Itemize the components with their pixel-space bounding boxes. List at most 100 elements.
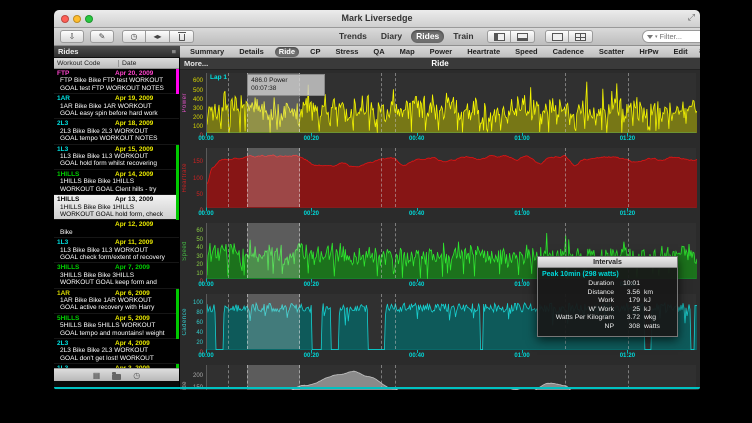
ride-row[interactable]: 1L3Apr 3, 20091L3 Bike Bike 1L3 WORKOUT xyxy=(54,364,179,368)
tabbar-menu-icon[interactable]: ≡ xyxy=(699,47,700,56)
tab-map[interactable]: Map xyxy=(396,47,419,57)
view-train[interactable]: Train xyxy=(448,30,478,43)
folder-icon[interactable] xyxy=(112,374,121,380)
interval-marker xyxy=(381,73,382,132)
tab-scatter[interactable]: Scatter xyxy=(595,47,628,57)
ride-row[interactable]: 2L3Apr 18, 20092L3 Bike Bike 2L3 WORKOUT… xyxy=(54,119,179,144)
ride-row[interactable]: 3HILLSApr 7, 20093HILLS Bike Bike 3HILLS… xyxy=(54,263,179,288)
y-tick: 50 xyxy=(196,192,203,198)
chart-header-band: More... Ride xyxy=(180,58,700,70)
view-diary[interactable]: Diary xyxy=(376,30,407,43)
metric-unit: wkg xyxy=(640,314,656,323)
metric-unit: kJ xyxy=(640,297,651,306)
interval-marker xyxy=(565,73,566,132)
y-tick: 30 xyxy=(196,254,203,260)
tab-details[interactable]: Details xyxy=(235,47,268,57)
ride-row-header: 1L3Apr 3, 2009 xyxy=(57,365,174,368)
single-view-button[interactable] xyxy=(545,30,569,43)
tab-power[interactable]: Power xyxy=(426,47,457,57)
interval-marker xyxy=(381,294,382,349)
split-button[interactable]: ◂▸ xyxy=(146,30,170,43)
ride-row-header: 1L3Apr 15, 2009 xyxy=(57,146,174,153)
filter-field[interactable]: ▾ xyxy=(642,30,700,43)
y-axis-ticks-power: 0100200300400500600 xyxy=(189,73,205,133)
trash-button[interactable] xyxy=(170,30,194,43)
ride-description: GOAL don't get lost! WORKOUT xyxy=(57,355,174,362)
ride-description: 1L3 Bike Bike 1L3 WORKOUT xyxy=(57,153,174,160)
selection-region[interactable] xyxy=(247,223,300,278)
sidebar-menu-icon[interactable]: ≡ xyxy=(172,46,176,58)
ride-description: 2L3 Bike Bike 2L3 WORKOUT xyxy=(57,347,174,354)
x-tick-label: 00:20 xyxy=(304,136,319,142)
y-tick: 40 xyxy=(196,330,203,336)
tab-ride[interactable]: Ride xyxy=(275,47,299,57)
tab-summary[interactable]: Summary xyxy=(186,47,228,57)
ride-row[interactable]: FTPApr 20, 2009FTP Bike Bike FTP test WO… xyxy=(54,69,179,94)
column-workout-code[interactable]: Workout Code xyxy=(57,60,100,67)
filter-dropdown-icon[interactable]: ▾ xyxy=(655,34,658,40)
intervals-popup-title[interactable]: Intervals xyxy=(538,257,677,268)
metric-label: Work xyxy=(542,297,614,306)
filter-input[interactable] xyxy=(660,32,700,41)
interval-metric-rows: Duration10:01Distance3.56kmWork179kJW' W… xyxy=(542,280,673,332)
workout-code: 2L3 xyxy=(57,120,115,127)
ride-row[interactable]: 1HILLSApr 13, 20091HILLS Bike Bike 1HILL… xyxy=(54,195,179,220)
ride-description: 1AR Bike Bike 1AR WORKOUT xyxy=(57,103,174,110)
list-column-header[interactable]: Workout Code Date xyxy=(54,58,179,69)
sidebar-title: Rides xyxy=(58,47,78,56)
ride-row[interactable]: 1L3Apr 15, 20091L3 Bike Bike 1L3 WORKOUT… xyxy=(54,145,179,170)
tab-stress[interactable]: Stress xyxy=(331,47,362,57)
ride-row[interactable]: 1HILLSApr 14, 20091HILLS Bike Bike 1HILL… xyxy=(54,170,179,195)
y-tick: 100 xyxy=(193,124,203,130)
selection-region[interactable] xyxy=(247,294,300,349)
intervals-popup[interactable]: Intervals Peak 10min (298 watts) Duratio… xyxy=(537,256,678,337)
ride-row-header: 2L3Apr 4, 2009 xyxy=(57,340,174,347)
tab-edit[interactable]: Edit xyxy=(670,47,692,57)
ride-row[interactable]: Apr 12, 2009Bike xyxy=(54,220,179,238)
y-tick: 500 xyxy=(193,88,203,94)
toggle-bottombar-button[interactable] xyxy=(511,30,535,43)
ride-row[interactable]: 1L3Apr 11, 20091L3 Bike Bike 1L3 WORKOUT… xyxy=(54,238,179,263)
x-axis-heartrate: 00:0000:2000:4001:0001:20 xyxy=(206,208,696,220)
toggle-sidebar-button[interactable] xyxy=(487,30,511,43)
tab-speed[interactable]: Speed xyxy=(511,47,542,57)
ride-description: GOAL tempo and mountains! weight xyxy=(57,330,174,337)
column-date[interactable]: Date xyxy=(118,60,136,67)
interval-marker xyxy=(628,148,629,207)
plot-area-power[interactable]: Lap 1486.0 Power00:07:38 xyxy=(206,73,696,133)
x-tick-label: 00:00 xyxy=(198,211,213,217)
cursor-tooltip: 486.0 Power00:07:38 xyxy=(247,74,325,96)
ride-row[interactable]: 1ARApr 19, 20091AR Bike Bike 1AR WORKOUT… xyxy=(54,94,179,119)
tab-cadence[interactable]: Cadence xyxy=(549,47,588,57)
ride-row[interactable]: 5HILLSApr 5, 20095HILLS Bike 5HILLS WORK… xyxy=(54,314,179,339)
tiled-view-button[interactable] xyxy=(569,30,593,43)
ride-color-strip xyxy=(176,145,179,170)
metric-unit xyxy=(640,280,644,289)
ride-row[interactable]: 2L3Apr 4, 20092L3 Bike Bike 2L3 WORKOUTG… xyxy=(54,339,179,364)
y-tick: 60 xyxy=(196,320,203,326)
title-bar: Mark Liversedge ⤢ xyxy=(54,10,700,28)
edit-button[interactable]: ✎ xyxy=(90,30,114,43)
tab-hrpw[interactable]: HrPw xyxy=(635,47,662,57)
y-tick: 80 xyxy=(196,310,203,316)
view-rides[interactable]: Rides xyxy=(411,30,444,43)
main-toolbar: ⇩ ✎ ◷ ◂▸ Trends Diary Rides Train ▾ xyxy=(54,28,700,46)
ride-row-header: 2L3Apr 18, 2009 xyxy=(57,120,174,127)
view-trends[interactable]: Trends xyxy=(334,30,372,43)
tab-qa[interactable]: QA xyxy=(369,47,388,57)
tab-heartrate[interactable]: Heartrate xyxy=(463,47,504,57)
x-tick-label: 00:00 xyxy=(198,353,213,359)
selection-region[interactable] xyxy=(247,148,300,207)
stopwatch-button[interactable]: ◷ xyxy=(122,30,146,43)
download-button[interactable]: ⇩ xyxy=(60,30,84,43)
metric-value: 3.72 xyxy=(614,314,640,323)
tab-cp[interactable]: CP xyxy=(306,47,324,57)
workout-code: 1AR xyxy=(57,95,115,102)
metric-value: 308 xyxy=(614,323,640,332)
ride-list[interactable]: FTPApr 20, 2009FTP Bike Bike FTP test WO… xyxy=(54,69,179,368)
ride-row[interactable]: 1ARApr 6, 20091AR Bike Bike 1AR WORKOUTG… xyxy=(54,289,179,314)
plot-area-heartrate[interactable] xyxy=(206,148,696,208)
resize-icon[interactable]: ⤢ xyxy=(688,12,695,23)
stopwatch-small-icon[interactable]: ◷ xyxy=(133,370,140,381)
calendar-icon[interactable]: ▦ xyxy=(93,370,101,381)
